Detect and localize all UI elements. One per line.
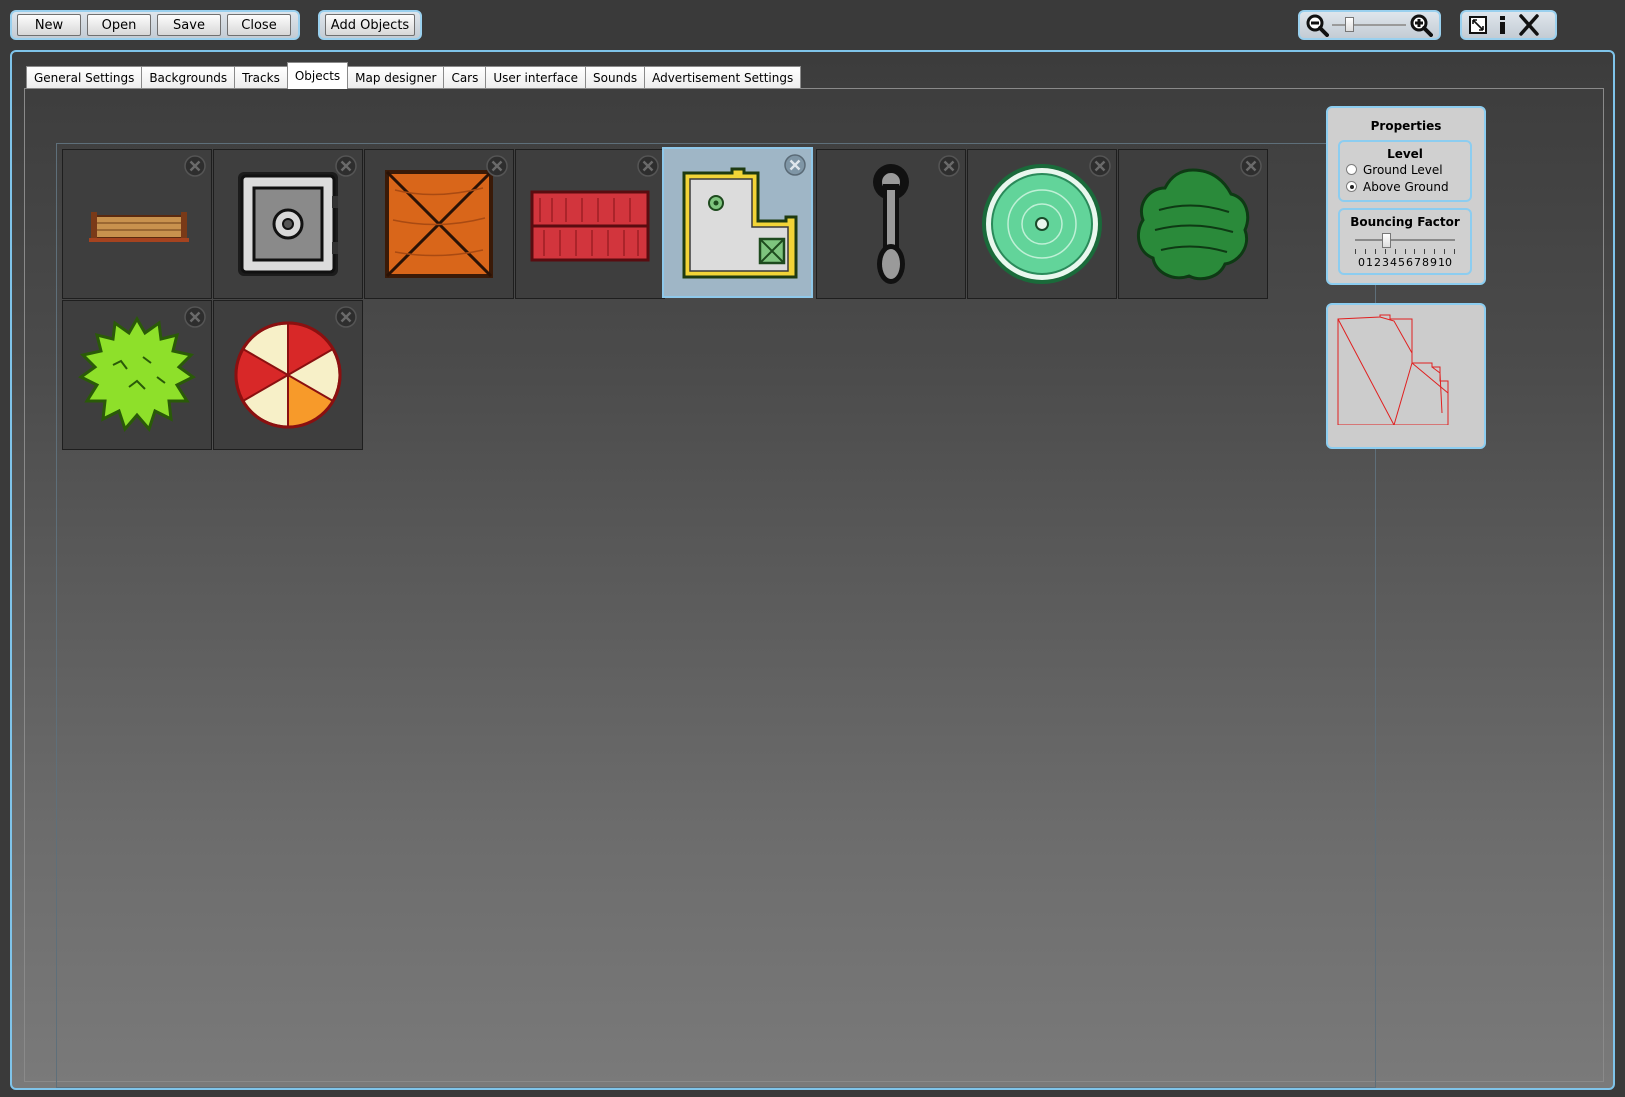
bouncing-factor-tick bbox=[1454, 249, 1455, 254]
tab-cars[interactable]: Cars bbox=[443, 66, 487, 89]
bouncing-factor-tick bbox=[1395, 249, 1396, 254]
object-tile-green-round-platform[interactable] bbox=[967, 149, 1117, 299]
bouncing-factor-tick bbox=[1375, 249, 1376, 254]
l-shaped-building-icon bbox=[682, 167, 797, 278]
object-tile-pole-post[interactable] bbox=[816, 149, 966, 299]
level-group: Level Ground Level Above Ground bbox=[1338, 140, 1472, 202]
remove-object-icon[interactable] bbox=[486, 155, 508, 177]
wooden-bench-icon bbox=[89, 212, 189, 242]
bouncing-factor-group: Bouncing Factor 0 1 2 3 4 5 6 7 8 9 10 bbox=[1338, 208, 1472, 275]
pole-post-icon bbox=[873, 164, 909, 284]
ground-level-label: Ground Level bbox=[1363, 162, 1443, 177]
bouncing-factor-tick-label: 10 bbox=[1438, 256, 1452, 269]
remove-object-icon[interactable] bbox=[938, 155, 960, 177]
level-title: Level bbox=[1387, 147, 1423, 161]
bouncing-factor-tick bbox=[1424, 249, 1425, 254]
green-round-platform-icon bbox=[982, 164, 1102, 284]
properties-title: Properties bbox=[1370, 119, 1442, 133]
file-toolbar: New Open Save Close bbox=[10, 10, 300, 40]
object-tile-wooden-bench[interactable] bbox=[62, 149, 212, 299]
bouncing-factor-tick bbox=[1434, 249, 1435, 254]
close-icon[interactable] bbox=[1517, 14, 1541, 36]
tab-general-settings[interactable]: General Settings bbox=[26, 66, 143, 89]
bouncing-factor-tick bbox=[1444, 249, 1445, 254]
bouncing-factor-tick-label: 9 bbox=[1430, 256, 1437, 269]
zoom-out-icon[interactable] bbox=[1305, 13, 1329, 37]
close-button[interactable]: Close bbox=[227, 14, 291, 36]
bouncing-factor-tick-label: 7 bbox=[1414, 256, 1421, 269]
striped-beach-ball-icon bbox=[234, 321, 342, 429]
bouncing-factor-tick-label: 5 bbox=[1398, 256, 1405, 269]
remove-object-icon[interactable] bbox=[1089, 155, 1111, 177]
remove-object-icon[interactable] bbox=[637, 155, 659, 177]
bouncing-factor-title: Bouncing Factor bbox=[1350, 215, 1460, 229]
bouncing-factor-tick bbox=[1385, 249, 1386, 254]
zoom-in-icon[interactable] bbox=[1409, 13, 1433, 37]
object-tile-striped-beach-ball[interactable] bbox=[213, 300, 363, 450]
bouncing-factor-scale: 0 1 2 3 4 5 6 7 8 9 10 bbox=[1340, 256, 1470, 269]
zoom-toolbar bbox=[1298, 10, 1441, 40]
objects-toolbar: Add Objects bbox=[318, 10, 422, 40]
remove-object-icon[interactable] bbox=[184, 155, 206, 177]
ground-level-radio[interactable] bbox=[1346, 164, 1357, 175]
shape-preview-panel bbox=[1326, 303, 1486, 449]
tab-strip: General Settings Backgrounds Tracks Obje… bbox=[26, 62, 802, 89]
bouncing-factor-tick-label: 3 bbox=[1382, 256, 1389, 269]
metal-safe-icon bbox=[238, 172, 338, 276]
bouncing-factor-tick-label: 6 bbox=[1406, 256, 1413, 269]
window-toolbar bbox=[1460, 10, 1557, 40]
object-tile-red-wood-block[interactable] bbox=[515, 149, 665, 299]
bouncing-factor-tick-label: 1 bbox=[1366, 256, 1373, 269]
remove-object-icon[interactable] bbox=[784, 154, 806, 176]
open-button[interactable]: Open bbox=[87, 14, 151, 36]
red-wood-block-icon bbox=[530, 190, 650, 262]
remove-object-icon[interactable] bbox=[1240, 155, 1262, 177]
above-ground-label: Above Ground bbox=[1363, 179, 1449, 194]
bouncing-factor-tick-label: 8 bbox=[1422, 256, 1429, 269]
tab-backgrounds[interactable]: Backgrounds bbox=[141, 66, 236, 89]
radio-above-ground[interactable]: Above Ground bbox=[1346, 178, 1470, 195]
bouncing-factor-thumb[interactable] bbox=[1382, 233, 1391, 248]
tab-user-interface[interactable]: User interface bbox=[485, 66, 587, 89]
object-tile-orange-crate[interactable] bbox=[364, 149, 514, 299]
radio-ground-level[interactable]: Ground Level bbox=[1346, 161, 1470, 178]
save-button[interactable]: Save bbox=[157, 14, 221, 36]
object-tile-l-shaped-building[interactable] bbox=[662, 147, 813, 298]
tab-advertisement-settings[interactable]: Advertisement Settings bbox=[644, 66, 802, 89]
tab-sounds[interactable]: Sounds bbox=[585, 66, 646, 89]
collision-outline-preview bbox=[1337, 314, 1449, 425]
info-icon[interactable] bbox=[1493, 14, 1513, 36]
remove-object-icon[interactable] bbox=[335, 155, 357, 177]
bouncing-factor-tick bbox=[1355, 249, 1356, 254]
properties-panel: Properties Level Ground Level Above Grou… bbox=[1326, 106, 1486, 285]
bouncing-factor-tick bbox=[1365, 249, 1366, 254]
remove-object-icon[interactable] bbox=[335, 306, 357, 328]
bouncing-factor-tick-label: 0 bbox=[1358, 256, 1365, 269]
zoom-slider-thumb[interactable] bbox=[1345, 17, 1354, 32]
bouncing-factor-tick bbox=[1414, 249, 1415, 254]
object-tile-lime-spiky-bush[interactable] bbox=[62, 300, 212, 450]
tab-map-designer[interactable]: Map designer bbox=[347, 66, 445, 89]
lime-spiky-bush-icon bbox=[78, 315, 196, 432]
new-button[interactable]: New bbox=[17, 14, 81, 36]
bouncing-factor-slider[interactable] bbox=[1355, 233, 1455, 249]
main-window: General Settings Backgrounds Tracks Obje… bbox=[10, 50, 1615, 1090]
fullscreen-icon[interactable] bbox=[1467, 14, 1489, 36]
bouncing-factor-tick bbox=[1405, 249, 1406, 254]
objects-grid bbox=[56, 143, 1376, 1088]
above-ground-radio[interactable] bbox=[1346, 181, 1357, 192]
bouncing-factor-tick-label: 2 bbox=[1374, 256, 1381, 269]
object-tile-metal-safe[interactable] bbox=[213, 149, 363, 299]
object-tile-dark-green-bush[interactable] bbox=[1118, 149, 1268, 299]
add-objects-button[interactable]: Add Objects bbox=[325, 14, 415, 36]
tab-tracks[interactable]: Tracks bbox=[234, 66, 288, 89]
orange-crate-icon bbox=[385, 170, 493, 278]
zoom-slider[interactable] bbox=[1332, 15, 1406, 35]
objects-tab-content: Properties Level Ground Level Above Grou… bbox=[24, 88, 1604, 1088]
bouncing-factor-tick-label: 4 bbox=[1390, 256, 1397, 269]
remove-object-icon[interactable] bbox=[184, 306, 206, 328]
tab-objects[interactable]: Objects bbox=[286, 62, 349, 89]
bouncing-factor-ticks bbox=[1355, 249, 1455, 255]
dark-green-bush-icon bbox=[1136, 168, 1250, 281]
